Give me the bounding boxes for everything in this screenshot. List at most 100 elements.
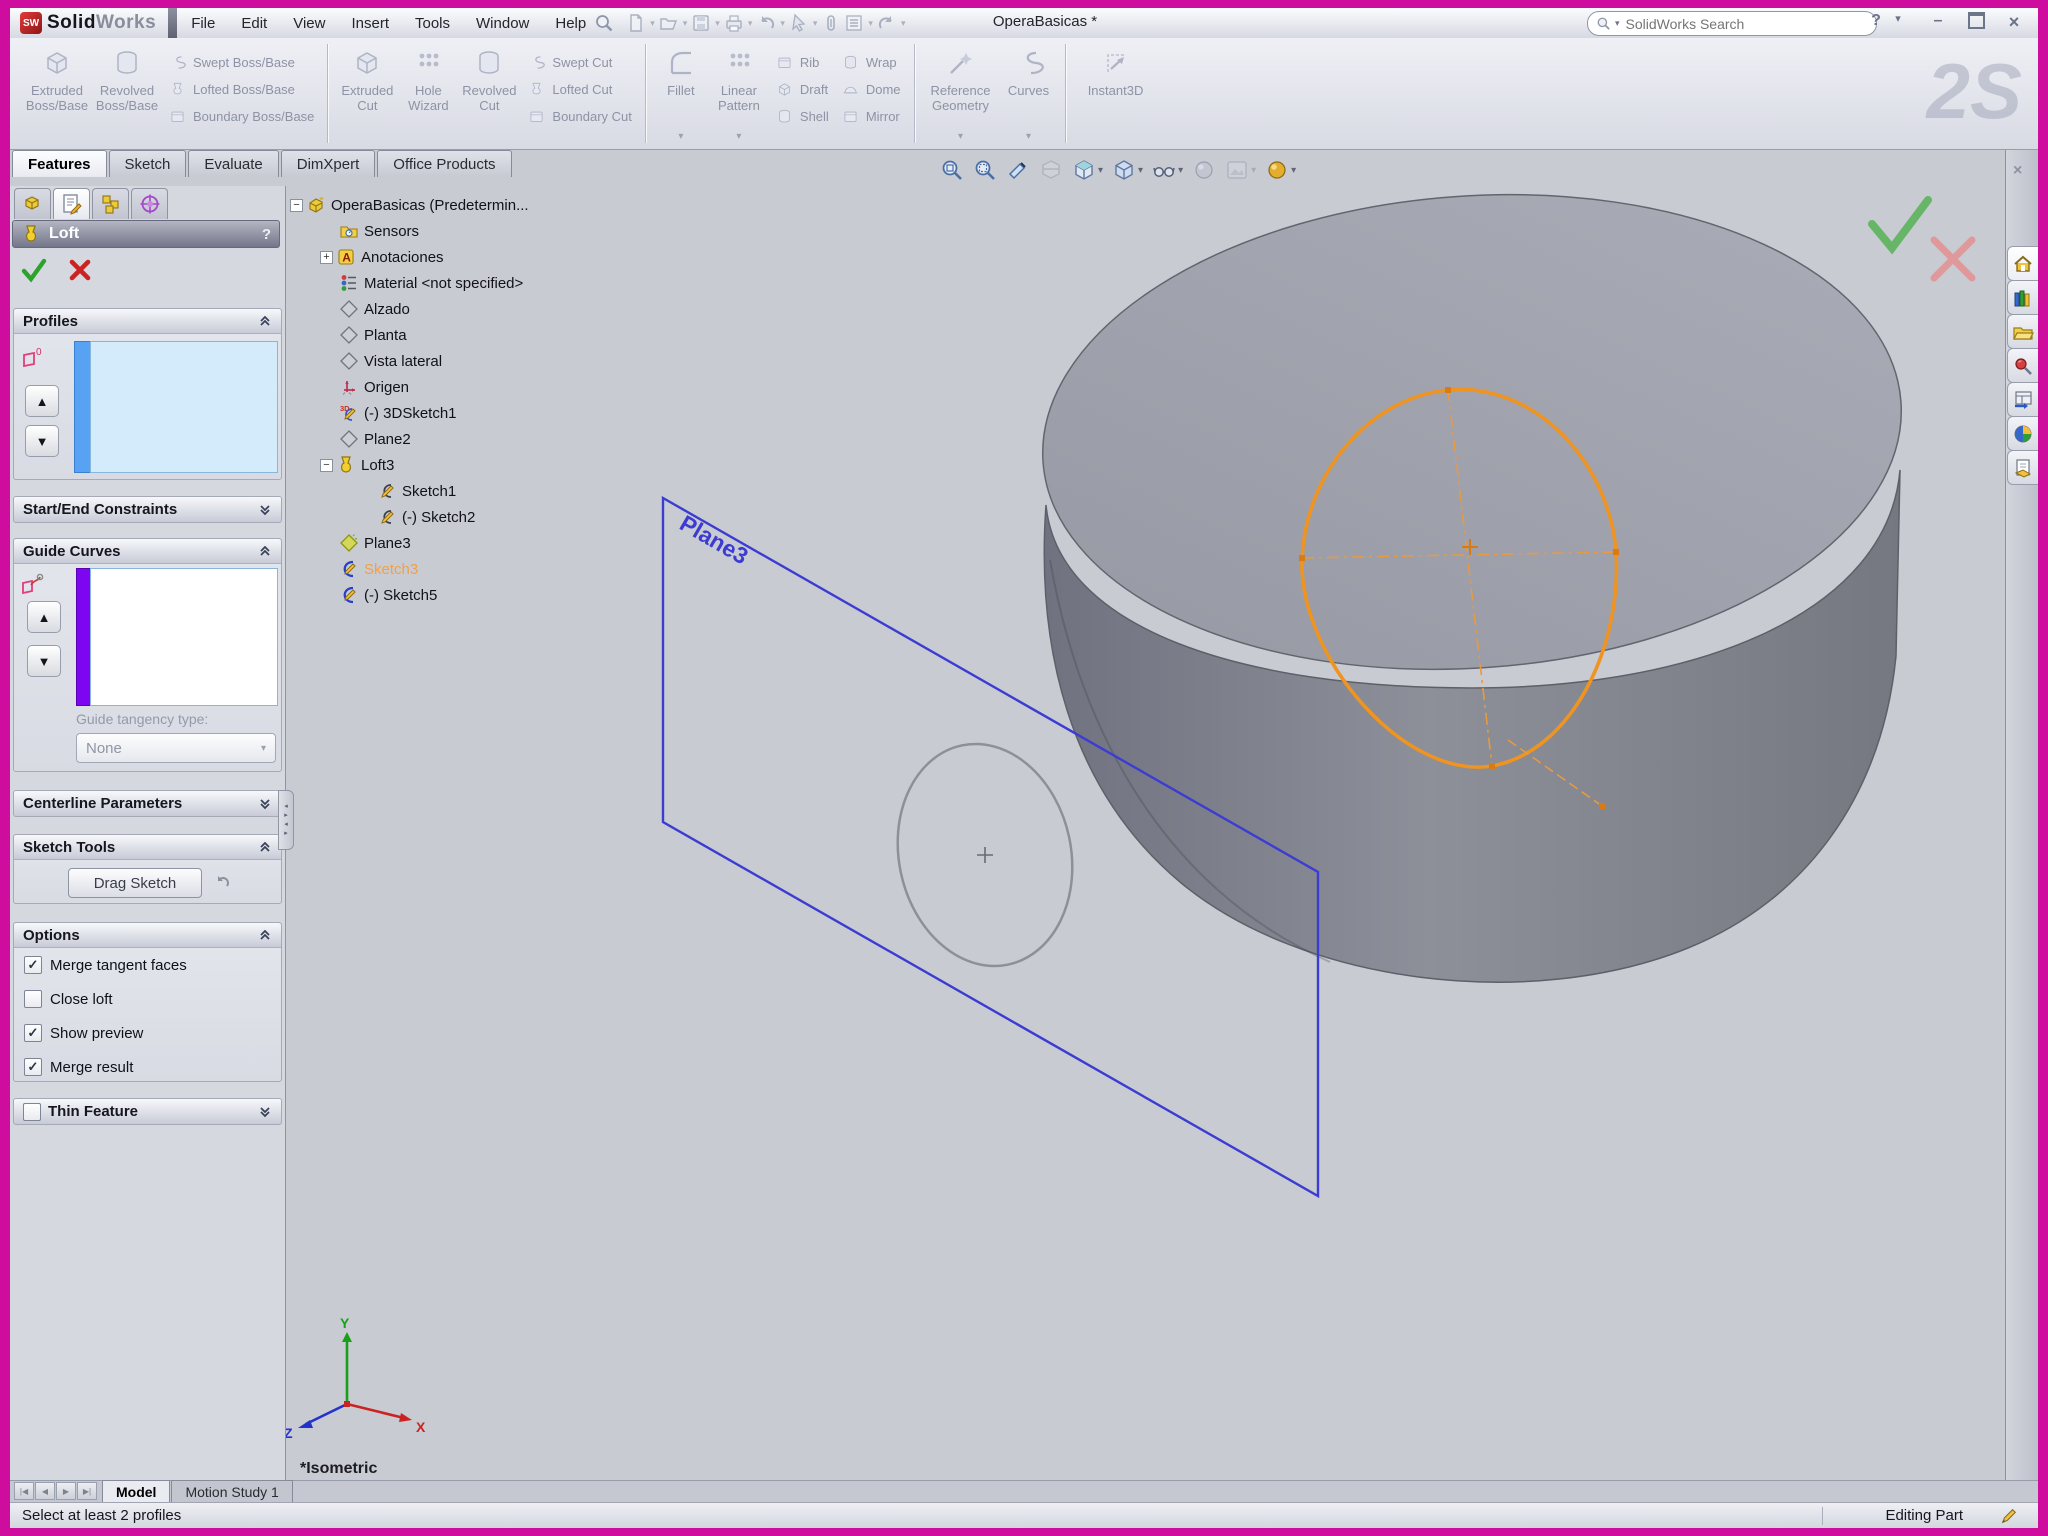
- guide-tangency-dropdown[interactable]: None ▾: [76, 733, 276, 763]
- thin-feature-checkbox[interactable]: [23, 1103, 41, 1121]
- menu-pin-icon[interactable]: [594, 13, 614, 33]
- rib-button[interactable]: Rib: [769, 49, 835, 76]
- file-explorer-button[interactable]: [2007, 314, 2038, 349]
- expand-icon[interactable]: [258, 503, 272, 517]
- fillet-button[interactable]: Fillet▾: [653, 41, 709, 143]
- tree-item-sketch5[interactable]: (-) Sketch5: [290, 582, 540, 608]
- tree-item-sensors[interactable]: Sensors: [290, 218, 540, 244]
- boundary-cut-button[interactable]: Boundary Cut: [521, 103, 638, 130]
- ok-button[interactable]: [20, 256, 48, 284]
- previous-view-button[interactable]: [1004, 156, 1032, 184]
- tree-item-vista-lateral[interactable]: Vista lateral: [290, 348, 540, 374]
- apply-scene-button[interactable]: ▾: [1223, 156, 1258, 184]
- task-pane-close-icon[interactable]: ×: [2013, 162, 2022, 180]
- save-icon[interactable]: [691, 13, 711, 33]
- restore-button[interactable]: [1964, 12, 1988, 34]
- swept-boss-button[interactable]: Swept Boss/Base: [162, 49, 320, 76]
- draft-button[interactable]: Draft: [769, 76, 835, 103]
- select-cursor-icon[interactable]: [789, 13, 809, 33]
- menu-tools[interactable]: Tools: [415, 15, 450, 32]
- swept-cut-button[interactable]: Swept Cut: [521, 49, 638, 76]
- first-tab-button[interactable]: |◀: [14, 1482, 34, 1500]
- new-document-icon[interactable]: [626, 13, 646, 33]
- search-input[interactable]: [1624, 15, 1868, 33]
- search-pane-button[interactable]: [2007, 348, 2038, 383]
- linear-pattern-flyout-icon[interactable]: ▾: [736, 131, 741, 142]
- lofted-cut-button[interactable]: Lofted Cut: [521, 76, 638, 103]
- tree-item-3dsketch1[interactable]: (-) 3DSketch1: [290, 400, 540, 426]
- prev-tab-button[interactable]: ◀: [35, 1482, 55, 1500]
- wrap-button[interactable]: Wrap: [835, 49, 907, 76]
- move-guide-down-button[interactable]: ▼: [27, 645, 61, 677]
- revolved-boss-button[interactable]: Revolved Boss/Base: [92, 41, 162, 143]
- hole-wizard-button[interactable]: Hole Wizard: [399, 41, 457, 143]
- motion-study-tab[interactable]: Motion Study 1: [171, 1480, 292, 1502]
- view-orientation-button[interactable]: ▾: [1070, 156, 1105, 184]
- tab-evaluate[interactable]: Evaluate: [188, 150, 278, 177]
- menu-edit[interactable]: Edit: [241, 15, 267, 32]
- appearances-scenes-button[interactable]: [2007, 416, 2038, 451]
- menu-insert[interactable]: Insert: [351, 15, 389, 32]
- sketch-tools-header[interactable]: Sketch Tools: [14, 835, 281, 860]
- section-view-button[interactable]: [1037, 156, 1065, 184]
- attach-icon[interactable]: [821, 13, 841, 33]
- profiles-list-box[interactable]: [90, 341, 278, 473]
- move-profile-down-button[interactable]: ▼: [25, 425, 59, 457]
- instant3d-button[interactable]: Instant3D: [1073, 41, 1159, 143]
- next-tab-button[interactable]: ▶: [56, 1482, 76, 1500]
- property-manager-tab[interactable]: [53, 188, 90, 219]
- menu-file[interactable]: File: [191, 15, 215, 32]
- menu-window[interactable]: Window: [476, 15, 529, 32]
- edit-appearance-button[interactable]: [1190, 156, 1218, 184]
- quick-tips-icon[interactable]: [2000, 1507, 2018, 1525]
- search-dropdown-icon[interactable]: ▾: [1615, 18, 1620, 29]
- tree-item-alzado[interactable]: Alzado: [290, 296, 540, 322]
- zoom-to-area-button[interactable]: [971, 156, 999, 184]
- expand-icon[interactable]: [258, 797, 272, 811]
- minimize-button[interactable]: –: [1926, 12, 1950, 30]
- menu-help[interactable]: Help: [555, 15, 586, 32]
- options-header[interactable]: Options: [14, 923, 281, 948]
- collapse-icon[interactable]: [258, 544, 272, 558]
- show-preview-checkbox[interactable]: ✓: [24, 1024, 42, 1042]
- configuration-manager-tab[interactable]: [92, 188, 129, 219]
- collapse-box-icon[interactable]: −: [290, 199, 303, 212]
- curves-flyout-icon[interactable]: ▾: [1026, 131, 1031, 142]
- tree-item-root[interactable]: − OperaBasicas (Predetermin...: [290, 192, 540, 218]
- tab-sketch[interactable]: Sketch: [109, 150, 187, 177]
- fillet-flyout-icon[interactable]: ▾: [678, 131, 683, 142]
- thin-feature-bar[interactable]: Thin Feature: [13, 1098, 282, 1125]
- search-box[interactable]: ▾: [1587, 11, 1877, 36]
- custom-properties-button[interactable]: [2007, 450, 2038, 485]
- cancel-button[interactable]: [66, 256, 94, 284]
- help-dropdown-icon[interactable]: ▾: [1886, 12, 1910, 25]
- tree-item-plane2[interactable]: Plane2: [290, 426, 540, 452]
- extruded-cut-button[interactable]: Extruded Cut: [335, 41, 399, 143]
- solidworks-resources-button[interactable]: [2007, 246, 2038, 281]
- merge-result-checkbox[interactable]: ✓: [24, 1058, 42, 1076]
- open-icon[interactable]: [659, 13, 679, 33]
- collapse-box-icon[interactable]: −: [320, 459, 333, 472]
- drag-sketch-button[interactable]: Drag Sketch: [68, 868, 202, 898]
- menu-view[interactable]: View: [293, 15, 325, 32]
- tree-item-sketch1[interactable]: Sketch1: [290, 478, 540, 504]
- reference-geometry-button[interactable]: Reference Geometry▾: [922, 41, 1000, 143]
- view-palette-button[interactable]: [2007, 382, 2038, 417]
- rebuild-icon[interactable]: [877, 13, 897, 33]
- tab-features[interactable]: Features: [12, 150, 107, 177]
- collapse-icon[interactable]: [258, 314, 272, 328]
- close-button[interactable]: ×: [2002, 12, 2026, 33]
- tree-item-loft3[interactable]: − Loft3: [290, 452, 540, 478]
- active-sketch3-profile[interactable]: [1299, 387, 1619, 809]
- tree-item-anotaciones[interactable]: + Anotaciones: [290, 244, 540, 270]
- last-tab-button[interactable]: ▶|: [77, 1482, 97, 1500]
- tree-item-material[interactable]: Material <not specified>: [290, 270, 540, 296]
- options-list-icon[interactable]: [844, 13, 864, 33]
- boundary-boss-button[interactable]: Boundary Boss/Base: [162, 103, 320, 130]
- linear-pattern-button[interactable]: Linear Pattern▾: [709, 41, 769, 143]
- panel-splitter-handle[interactable]: ◂▸◂▸: [278, 790, 294, 850]
- extruded-boss-button[interactable]: Extruded Boss/Base: [22, 41, 92, 143]
- guide-curves-list-box[interactable]: [90, 568, 278, 706]
- view-settings-button[interactable]: ▾: [1263, 156, 1298, 184]
- centerline-parameters-bar[interactable]: Centerline Parameters: [13, 790, 282, 817]
